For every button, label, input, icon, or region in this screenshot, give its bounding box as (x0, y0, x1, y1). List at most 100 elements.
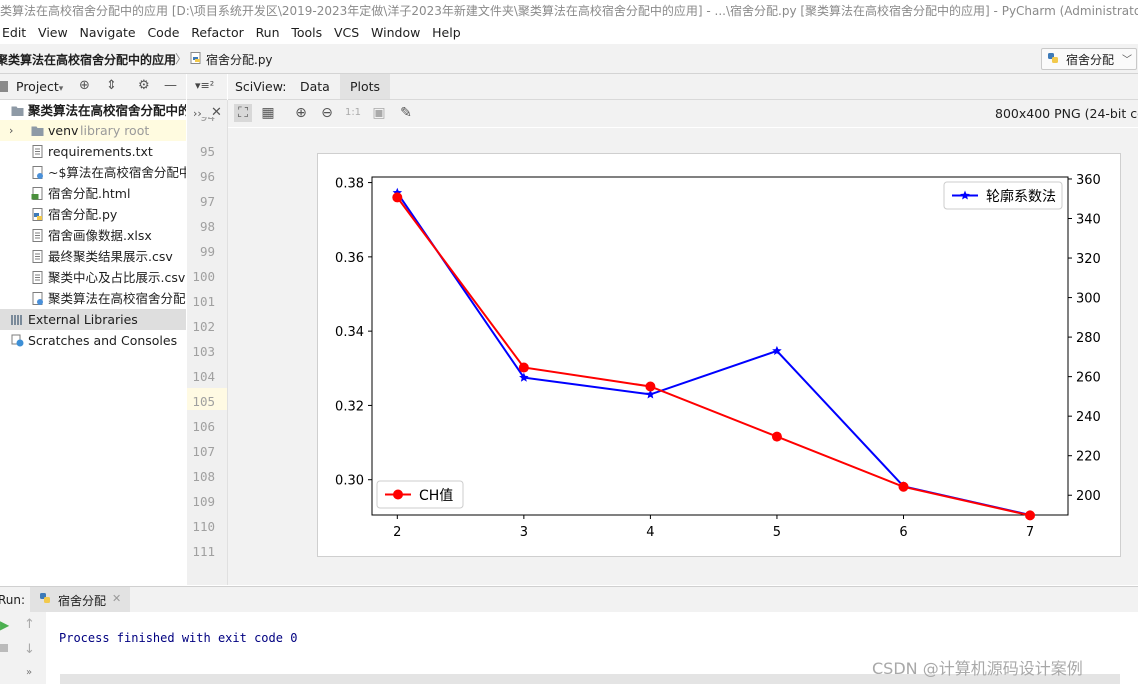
tree-item-label: 最终聚类结果展示.csv (48, 249, 173, 264)
color-picker-icon[interactable]: ✎ (397, 104, 415, 122)
close-icon[interactable]: ✕ (112, 592, 121, 605)
tree-item-doc[interactable]: 聚类算法在高校宿舍分配中的 (0, 288, 186, 309)
data-point (645, 381, 656, 392)
python-icon (40, 593, 50, 603)
run-configuration-select[interactable]: 宿舍分配 ﹀ (1041, 48, 1137, 70)
library-icon (11, 315, 22, 325)
line-number: 100 (192, 269, 215, 284)
chevron-down-icon: ﹀ (1122, 55, 1132, 66)
stop-icon[interactable] (0, 644, 8, 652)
tree-item-external-libraries[interactable]: External Libraries (0, 309, 186, 330)
text-file-icon (32, 250, 43, 263)
line-number: 99 (199, 244, 215, 259)
line-number: 97 (199, 194, 215, 209)
y-right-tick-label: 260 (1076, 371, 1101, 386)
grid-icon[interactable]: ▦ (259, 104, 277, 122)
menu-navigate[interactable]: Navigate (76, 22, 140, 44)
x-tick-label: 4 (646, 525, 654, 540)
x-tick-label: 3 (520, 525, 528, 540)
plot-frame (371, 176, 1069, 516)
more-icon[interactable]: » (26, 667, 32, 678)
python-file-icon (190, 52, 201, 64)
menu-vcs[interactable]: VCS (330, 22, 363, 44)
y-right-tick-label: 240 (1076, 410, 1101, 425)
word-file-icon (32, 292, 43, 305)
tree-item-label: Scratches and Consoles (28, 333, 178, 348)
tab-list-icon[interactable]: ▾≡² (195, 79, 214, 92)
run-side-toolbar: ▶ ↑ ↓ » (0, 612, 46, 684)
editor-tab-strip: ▾≡² (187, 74, 227, 100)
zoom-out-icon[interactable]: ⊖ (318, 104, 336, 122)
breadcrumb-project[interactable]: 聚类算法在高校宿舍分配中的应用 (0, 51, 176, 68)
tree-item-scratches[interactable]: Scratches and Consoles (0, 330, 186, 351)
run-label: Run: (0, 593, 26, 607)
data-point (392, 192, 403, 203)
menu-window[interactable]: Window (367, 22, 424, 44)
line-number: 107 (192, 444, 215, 459)
project-tree: 聚类算法在高校宿舍分配中的应 › venv library root requi… (0, 100, 186, 585)
breadcrumb-file[interactable]: 宿舍分配.py (206, 51, 273, 68)
tree-item-csv-centers[interactable]: 聚类中心及占比展示.csv (0, 267, 186, 288)
menu-view[interactable]: View (34, 22, 72, 44)
project-pane-header: Project▾ ⊕ ⇕ ⚙ — (0, 74, 186, 100)
legend-label: CH值 (419, 488, 453, 504)
gear-icon[interactable]: ⚙ (138, 78, 150, 93)
tree-item-venv[interactable]: › venv library root (0, 120, 186, 141)
tree-item-py[interactable]: 宿舍分配.py (0, 204, 186, 225)
y-right-tick-label: 220 (1076, 450, 1101, 465)
tree-item-label: External Libraries (28, 312, 138, 327)
collapse-all-icon[interactable]: ⇕ (106, 78, 117, 93)
menu-help[interactable]: Help (428, 22, 465, 44)
x-tick-label: 6 (899, 525, 907, 540)
python-icon (1048, 53, 1058, 63)
actual-size-icon[interactable]: 1:1 (344, 104, 362, 122)
arrow-down-icon[interactable]: ↓ (24, 642, 35, 657)
menu-edit[interactable]: Edit (0, 22, 30, 44)
tree-item-label: 聚类算法在高校宿舍分配中的应 (28, 103, 186, 118)
menu-tools[interactable]: Tools (287, 22, 326, 44)
tab-plots[interactable]: Plots (340, 74, 391, 99)
menu-run[interactable]: Run (252, 22, 284, 44)
hide-icon[interactable]: — (164, 78, 177, 93)
line-number: 94 (187, 117, 215, 125)
tree-item-label: 聚类中心及占比展示.csv (48, 270, 186, 285)
rerun-icon[interactable]: ▶ (0, 618, 9, 632)
text-file-icon (32, 271, 43, 284)
tree-item-requirements[interactable]: requirements.txt (0, 141, 186, 162)
line-number: 96 (199, 169, 215, 184)
tab-data[interactable]: Data (290, 74, 340, 99)
y-left-tick-label: 0.32 (335, 399, 364, 414)
tree-item-label: requirements.txt (48, 144, 153, 159)
menu-code[interactable]: Code (143, 22, 183, 44)
folder-icon (11, 106, 24, 116)
locate-icon[interactable]: ⊕ (79, 78, 90, 93)
tree-item-label: venv (48, 123, 79, 138)
zoom-in-icon[interactable]: ⊕ (292, 104, 310, 122)
tree-item-project-root[interactable]: 聚类算法在高校宿舍分配中的应 (0, 100, 186, 121)
run-configuration-label: 宿舍分配 (1066, 53, 1115, 67)
image-info: 800x400 PNG (24-bit col (995, 106, 1138, 121)
y-right-tick-label: 360 (1076, 173, 1101, 188)
fit-to-window-icon[interactable]: ⛶ (234, 104, 252, 122)
menu-refactor[interactable]: Refactor (187, 22, 247, 44)
chevron-right-icon[interactable]: › (9, 120, 13, 141)
text-file-icon (32, 229, 43, 242)
line-number: 104 (192, 369, 215, 384)
fit-zoom-icon[interactable]: ▣ (370, 104, 388, 122)
tree-item-xlsx[interactable]: 宿舍画像数据.xlsx (0, 225, 186, 246)
data-point (771, 431, 782, 442)
arrow-up-icon[interactable]: ↑ (24, 617, 35, 632)
line-number: 108 (192, 469, 215, 484)
tree-item-temp-doc[interactable]: ~$算法在高校宿舍分配中的 (0, 162, 186, 183)
series-line (396, 196, 1031, 517)
tree-item-html[interactable]: 宿舍分配.html (0, 183, 186, 204)
scratches-icon (11, 334, 24, 347)
run-window-header: Run: 宿舍分配 ✕ (0, 586, 1138, 613)
window-title: 类算法在高校宿舍分配中的应用 [D:\项目系统开发区\2019-2023年定做\… (0, 0, 1138, 22)
run-tab-label: 宿舍分配 (58, 594, 107, 608)
x-tick-label: 7 (1026, 525, 1034, 540)
tree-item-csv-result[interactable]: 最终聚类结果展示.csv (0, 246, 186, 267)
breadcrumb-separator-icon: 〉 (175, 52, 188, 66)
run-tab[interactable]: 宿舍分配 ✕ (30, 587, 130, 612)
project-view-selector[interactable]: Project▾ (16, 79, 63, 94)
